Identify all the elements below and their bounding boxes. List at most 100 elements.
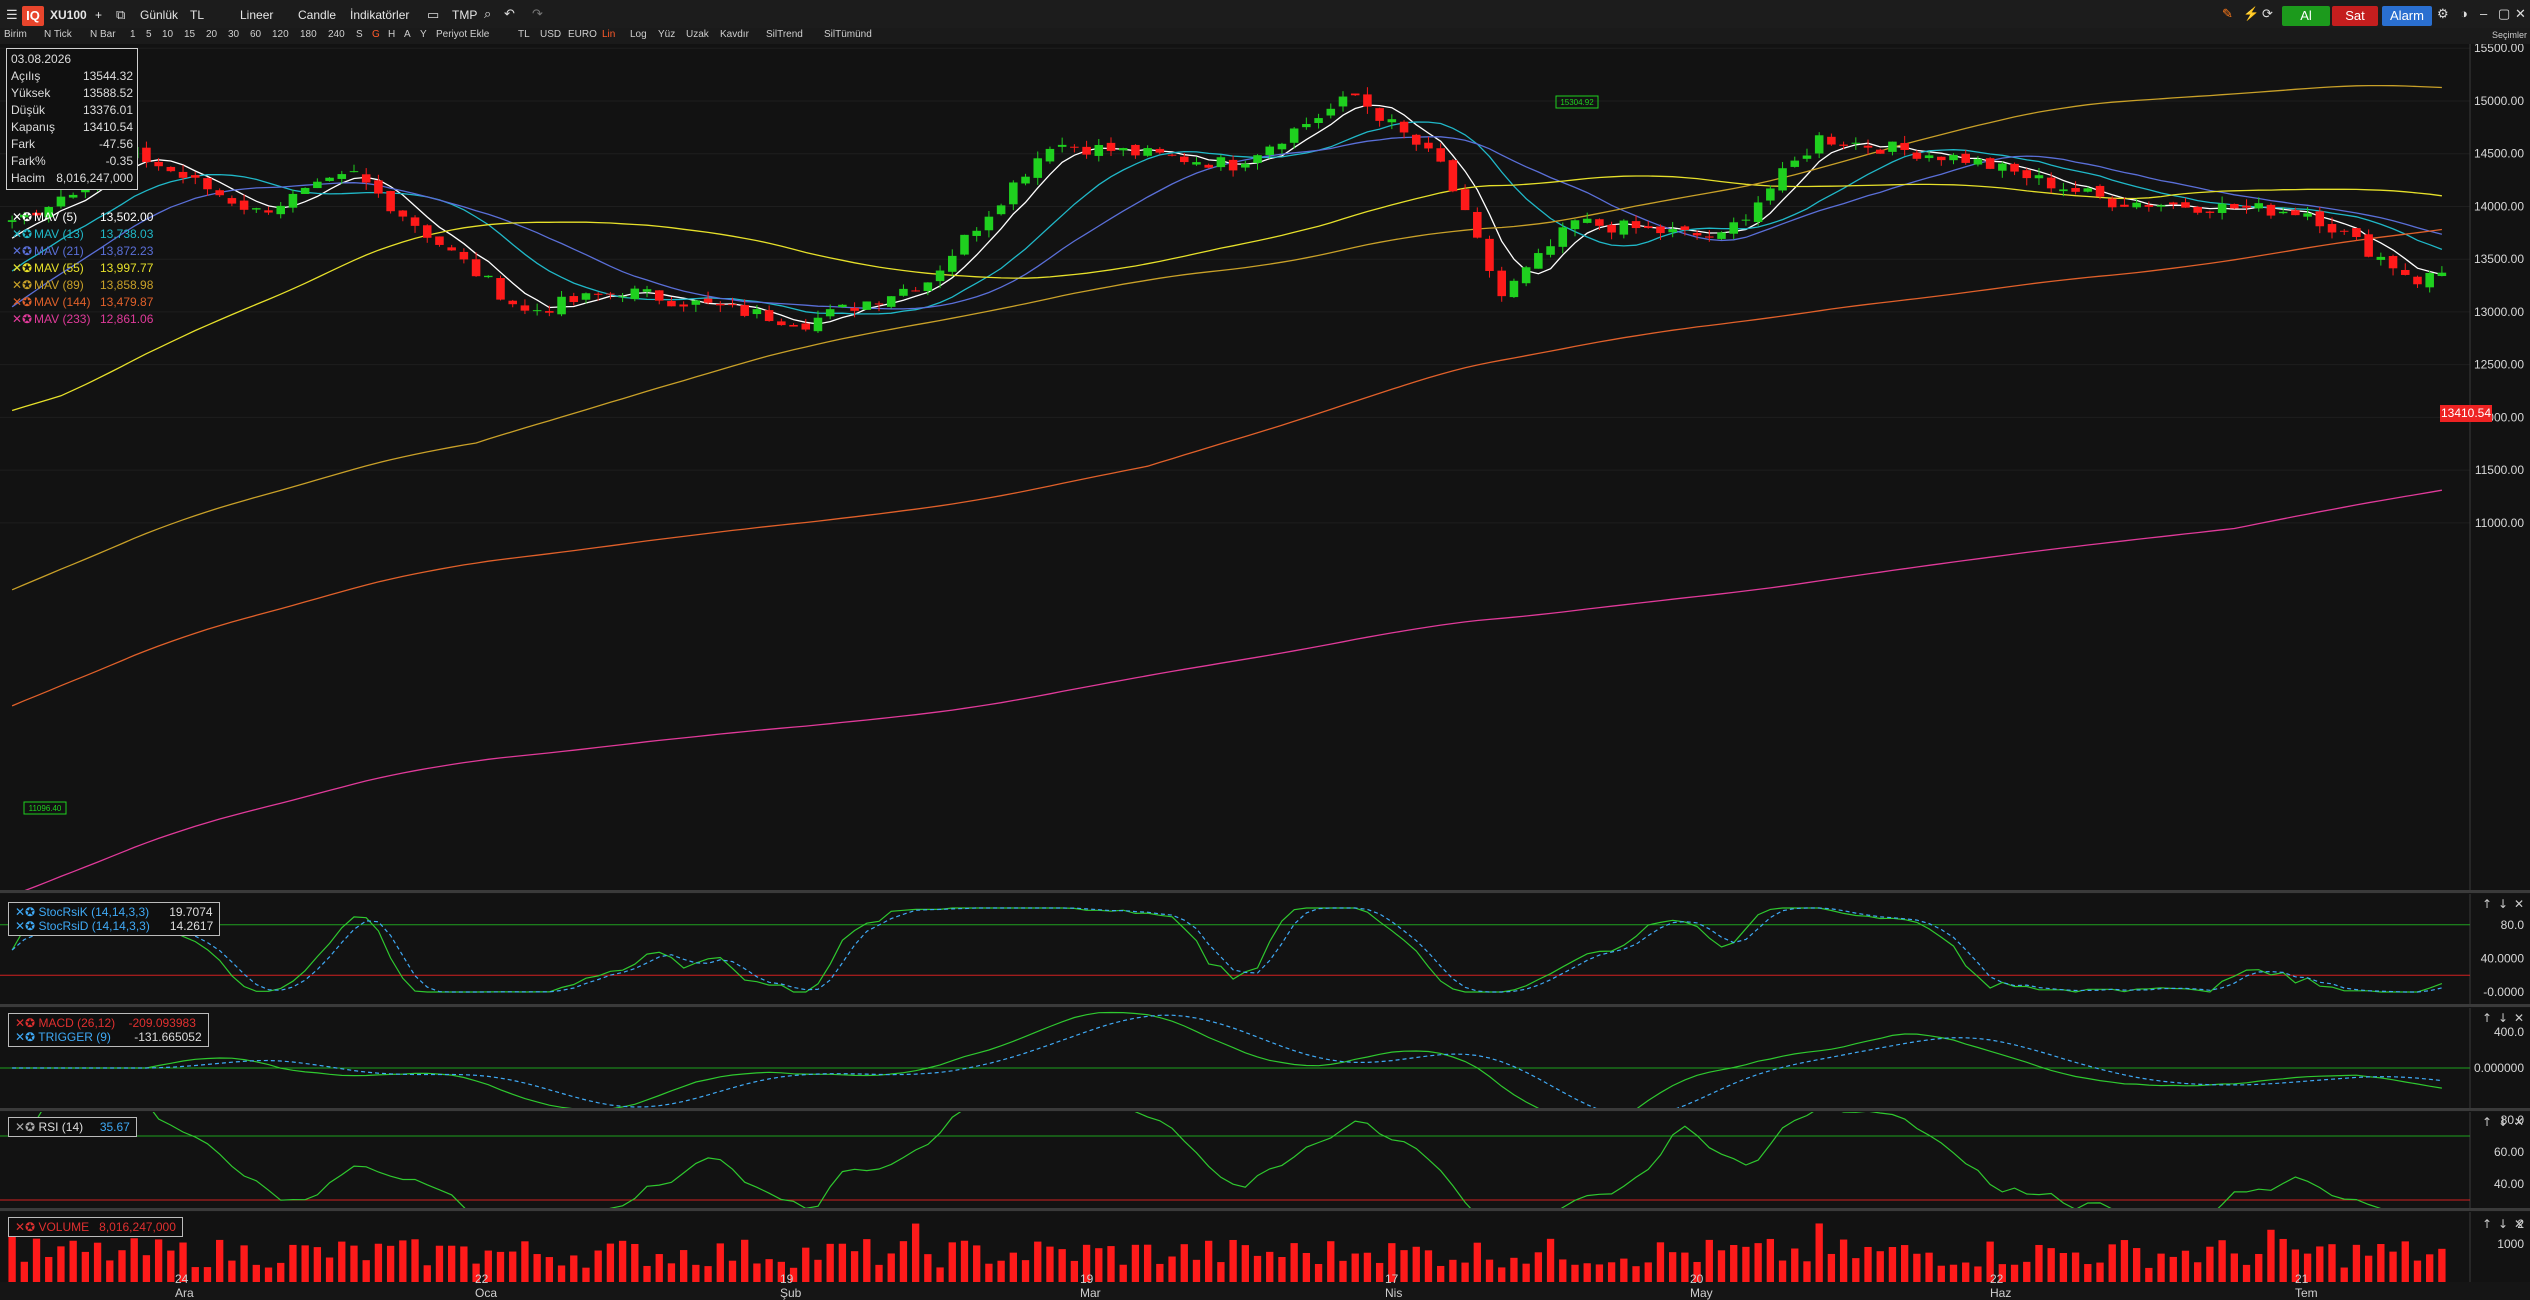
candle-body[interactable] (2291, 210, 2300, 216)
refresh-icon[interactable]: ⟳ (2262, 6, 2273, 22)
candle-body[interactable] (2217, 203, 2227, 213)
candle-body[interactable] (569, 296, 579, 303)
candle-body[interactable] (2034, 175, 2044, 179)
close-icon[interactable]: ✕ (2515, 6, 2526, 22)
indicators-button[interactable]: İndikatörler (350, 8, 409, 22)
candle-body[interactable] (264, 210, 273, 213)
candle-body[interactable] (2339, 230, 2349, 232)
subtoolbar-item[interactable]: 240 (328, 29, 345, 40)
candle-body[interactable] (227, 198, 237, 204)
candle-body[interactable] (1460, 189, 1470, 211)
candle-body[interactable] (459, 251, 469, 260)
subtoolbar-item[interactable]: A (404, 29, 411, 40)
subtoolbar-item[interactable]: Log (630, 29, 647, 40)
subtoolbar-item[interactable]: SilTümünd (824, 29, 872, 40)
candle-body[interactable] (984, 216, 994, 231)
mav-legend-item[interactable]: ✕✪ MAV (233) 12,861.06 (12, 312, 153, 326)
search-icon[interactable]: ⌕ (484, 6, 491, 22)
subtoolbar-item[interactable]: 1 (130, 29, 136, 40)
undo-icon[interactable]: ↶ (504, 6, 515, 22)
candle-body[interactable] (630, 288, 640, 300)
candle-body[interactable] (1851, 142, 1861, 144)
candle-body[interactable] (300, 187, 310, 194)
candle-body[interactable] (1558, 227, 1568, 247)
currency-select[interactable]: TL (190, 8, 204, 22)
candle-body[interactable] (1338, 96, 1348, 107)
candle-body[interactable] (1473, 211, 1482, 238)
candle-body[interactable] (1314, 118, 1323, 124)
candle-body[interactable] (2413, 276, 2422, 285)
candle-body[interactable] (2181, 202, 2190, 208)
candle-body[interactable] (1766, 188, 1775, 201)
candle-body[interactable] (349, 171, 359, 173)
candle-body[interactable] (1436, 148, 1445, 162)
candle-body[interactable] (777, 321, 786, 326)
candle-body[interactable] (1277, 143, 1287, 150)
candle-body[interactable] (1973, 158, 1983, 165)
candle-body[interactable] (2425, 272, 2434, 288)
add-symbol-button[interactable]: + (95, 8, 102, 22)
candle-body[interactable] (618, 296, 627, 298)
candle-body[interactable] (1912, 152, 1922, 159)
mav-legend-item[interactable]: ✕✪ MAV (13) 13,738.03 (12, 227, 153, 241)
subtoolbar-item[interactable]: N Tick (44, 29, 72, 40)
candle-body[interactable] (1094, 144, 1104, 156)
candle-body[interactable] (484, 275, 493, 278)
subtoolbar-item[interactable]: 180 (300, 29, 317, 40)
candle-body[interactable] (2071, 188, 2080, 192)
candle-body[interactable] (1521, 267, 1531, 284)
candle-body[interactable] (2010, 163, 2019, 172)
candle-body[interactable] (1399, 121, 1409, 133)
remove-indicator-icon[interactable]: ✕✪ (15, 1120, 38, 1134)
subtoolbar-item[interactable]: Kavdır (720, 29, 749, 40)
candle-body[interactable] (1998, 163, 2007, 171)
subtoolbar-item[interactable]: S (356, 29, 363, 40)
candle-body[interactable] (654, 290, 664, 301)
remove-indicator-icon[interactable]: ✕✪ (12, 278, 34, 292)
candle-body[interactable] (1827, 136, 1836, 145)
candle-body[interactable] (166, 166, 176, 172)
candle-body[interactable] (1875, 149, 1885, 154)
candle-body[interactable] (1192, 162, 1201, 165)
buy-button[interactable]: Al (2282, 6, 2330, 26)
candle-body[interactable] (398, 210, 408, 217)
candle-body[interactable] (2144, 204, 2154, 207)
candle-body[interactable] (679, 304, 688, 307)
candle-body[interactable] (1363, 94, 1372, 107)
candle-body[interactable] (1106, 142, 1116, 151)
candle-body[interactable] (1509, 280, 1519, 298)
candle-body[interactable] (899, 288, 908, 296)
candle-body[interactable] (276, 205, 285, 215)
candle-body[interactable] (764, 310, 774, 322)
candle-body[interactable] (190, 175, 200, 178)
subtoolbar-item[interactable]: 60 (250, 29, 261, 40)
candle-body[interactable] (1057, 144, 1067, 147)
alarm-button[interactable]: Alarm (2382, 6, 2432, 26)
candle-body[interactable] (2132, 202, 2141, 208)
candle-body[interactable] (154, 161, 163, 167)
candle-body[interactable] (2095, 185, 2105, 197)
pen-icon[interactable]: ✎ (2222, 6, 2233, 22)
candle-body[interactable] (1985, 158, 1995, 169)
remove-indicator-icon[interactable]: ✕✪ (12, 312, 34, 326)
remove-indicator-icon[interactable]: ✕✪ (12, 295, 34, 309)
candle-body[interactable] (825, 309, 835, 317)
candle-body[interactable] (923, 282, 933, 291)
candle-body[interactable] (1179, 156, 1189, 163)
candle-body[interactable] (789, 324, 798, 327)
candle-body[interactable] (838, 304, 847, 307)
candle-body[interactable] (801, 323, 811, 330)
subtoolbar-item[interactable]: 20 (206, 29, 217, 40)
subtoolbar-item[interactable]: Periyot Ekle (436, 29, 489, 40)
subtoolbar-item[interactable]: TL (518, 29, 530, 40)
remove-indicator-icon[interactable]: ✕✪ (12, 244, 34, 258)
remove-indicator-icon[interactable]: ✕✪ (15, 905, 38, 919)
candle-body[interactable] (1680, 226, 1690, 230)
template-button[interactable]: TMP (452, 8, 477, 22)
candle-body[interactable] (1778, 168, 1787, 191)
candle-body[interactable] (1302, 124, 1311, 128)
candle-body[interactable] (142, 147, 151, 163)
move-up-icon[interactable]: ↑ (2482, 1217, 2492, 1231)
candle-body[interactable] (1607, 224, 1616, 233)
candle-body[interactable] (410, 217, 420, 226)
